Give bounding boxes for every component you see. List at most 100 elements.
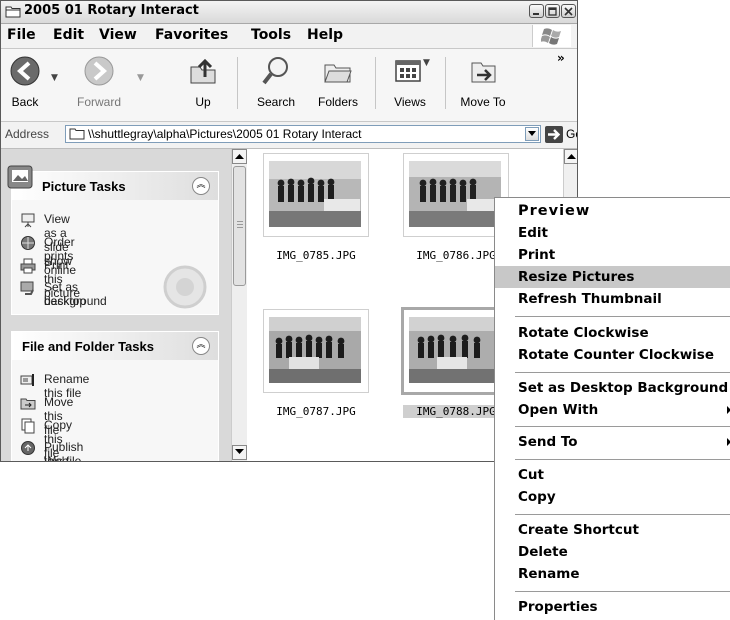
back-button[interactable]: Back [5, 53, 45, 109]
toolbar-separator [237, 57, 238, 109]
views-label: Views [394, 95, 426, 109]
toolbar-overflow-chevron[interactable]: » [557, 51, 565, 65]
thumbnail-img-0785[interactable]: IMG_0785.JPG [263, 153, 369, 262]
address-dropdown-button[interactable] [525, 127, 539, 141]
menu-tools[interactable]: Tools [251, 27, 291, 43]
address-value: \\shuttlegray\alpha\Pictures\2005 01 Rot… [88, 127, 362, 141]
menu-edit[interactable]: Edit [53, 27, 84, 43]
menu-item-create-shortcut[interactable]: Create Shortcut [495, 519, 730, 541]
minimize-icon [533, 13, 539, 15]
folder-icon [5, 6, 21, 18]
chevron-up-icon [235, 154, 244, 159]
menu-item-edit[interactable]: Edit [495, 222, 730, 244]
file-name: IMG_0787.JPG [276, 405, 356, 418]
scroll-up-button[interactable] [564, 149, 577, 164]
chevron-down-icon [528, 131, 536, 136]
globe-icon [21, 236, 35, 250]
menu-separator [515, 591, 730, 592]
address-input[interactable]: \\shuttlegray\alpha\Pictures\2005 01 Rot… [65, 125, 541, 143]
file-folder-tasks-panel: File and Folder Tasks ︽ Rename this file… [11, 331, 219, 462]
search-icon [262, 57, 288, 85]
menu-item-refresh-thumbnail[interactable]: Refresh Thumbnail [495, 288, 730, 310]
collapse-icon[interactable]: ︽ [192, 177, 210, 195]
menu-item-resize-pictures[interactable]: Resize Pictures [495, 266, 730, 288]
go-label[interactable]: Go [566, 127, 577, 141]
menu-separator [515, 372, 730, 373]
picture-tasks-panel: Picture Tasks ︽ View as a slide show Ord… [7, 165, 219, 315]
search-button[interactable]: Search [251, 53, 301, 109]
move-to-label: Move To [460, 95, 506, 109]
folders-button[interactable]: Folders [313, 53, 363, 109]
picture-tasks-header[interactable]: Picture Tasks ︽ [12, 172, 218, 200]
toolbar-separator [445, 57, 446, 109]
windows-flag-icon [541, 28, 561, 45]
folder-icon [69, 128, 85, 140]
menu-item-rename[interactable]: Rename [495, 563, 730, 585]
menu-item-preview[interactable]: Preview [495, 200, 730, 222]
menu-item-rotate-counter-clockwise[interactable]: Rotate Counter Clockwise [495, 344, 730, 366]
minimize-button[interactable] [529, 4, 544, 18]
file-tasks-header[interactable]: File and Folder Tasks ︽ [12, 332, 218, 360]
close-button[interactable] [561, 4, 576, 18]
forward-label: Forward [76, 95, 121, 109]
menu-help[interactable]: Help [307, 27, 343, 43]
desktop-background-icon [20, 281, 34, 295]
photo-thumbnail [409, 317, 501, 383]
explorer-window: 2005 01 Rotary Interact File Edit View F… [0, 0, 578, 462]
file-name: IMG_0785.JPG [276, 249, 356, 262]
back-dropdown-icon[interactable]: ▼ [51, 73, 58, 83]
task-label: background [44, 294, 107, 308]
menu-item-print[interactable]: Print [495, 244, 730, 266]
menu-bar: File Edit View Favorites Tools Help [1, 24, 577, 49]
menu-item-delete[interactable]: Delete [495, 541, 730, 563]
menu-item-rotate-clockwise[interactable]: Rotate Clockwise [495, 322, 730, 344]
picture-tasks-icon [7, 165, 33, 189]
menu-item-copy[interactable]: Copy [495, 486, 730, 508]
menu-item-set-desktop-background[interactable]: Set as Desktop Background [495, 377, 730, 399]
copy-icon [21, 418, 35, 434]
forward-dropdown-icon[interactable]: ▼ [137, 73, 144, 83]
task-pane-scrollbar[interactable] [231, 149, 247, 461]
move-to-icon [471, 62, 496, 83]
menu-favorites[interactable]: Favorites [155, 27, 228, 43]
maximize-button[interactable] [545, 4, 560, 18]
menu-separator [515, 514, 730, 515]
scroll-thumb[interactable] [233, 166, 246, 286]
photo-thumbnail [269, 317, 361, 383]
rename-icon [20, 374, 34, 386]
forward-arrow-icon [84, 56, 114, 86]
scroll-up-button[interactable] [232, 149, 247, 164]
chevron-down-icon [235, 449, 244, 454]
toolbar-separator [375, 57, 376, 109]
menu-item-cut[interactable]: Cut [495, 464, 730, 486]
menu-item-open-with[interactable]: Open With [495, 399, 730, 421]
windows-logo [532, 25, 571, 47]
forward-button[interactable]: Forward [69, 53, 129, 109]
printer-icon [20, 258, 36, 274]
folders-icon [324, 64, 352, 83]
scroll-down-button[interactable] [232, 445, 247, 460]
menu-view[interactable]: View [99, 27, 137, 43]
up-button[interactable]: Up [185, 53, 221, 109]
task-label: Web [44, 454, 69, 462]
back-label: Back [11, 95, 39, 109]
search-label: Search [256, 95, 296, 109]
maximize-icon [548, 7, 557, 16]
photo-thumbnail [269, 161, 361, 227]
menu-item-send-to[interactable]: Send To [495, 431, 730, 453]
go-button[interactable] [545, 126, 563, 143]
move-to-button[interactable]: Move To [455, 53, 511, 109]
address-bar: Address \\shuttlegray\alpha\Pictures\200… [1, 122, 577, 149]
thumbnail-img-0787[interactable]: IMG_0787.JPG [263, 309, 369, 418]
menu-file[interactable]: File [7, 27, 36, 43]
slideshow-icon [21, 213, 35, 228]
views-dropdown-icon[interactable]: ▼ [423, 58, 430, 68]
move-icon [20, 398, 36, 410]
menu-item-properties[interactable]: Properties [495, 596, 730, 618]
window-title: 2005 01 Rotary Interact [24, 3, 199, 18]
picture-tasks-title: Picture Tasks [42, 179, 126, 194]
collapse-icon[interactable]: ︽ [192, 337, 210, 355]
toolbar: Back ▼ Forward ▼ Up Search Folders Views… [1, 49, 577, 122]
title-bar[interactable]: 2005 01 Rotary Interact [1, 1, 577, 24]
photo-thumbnail [409, 161, 501, 227]
